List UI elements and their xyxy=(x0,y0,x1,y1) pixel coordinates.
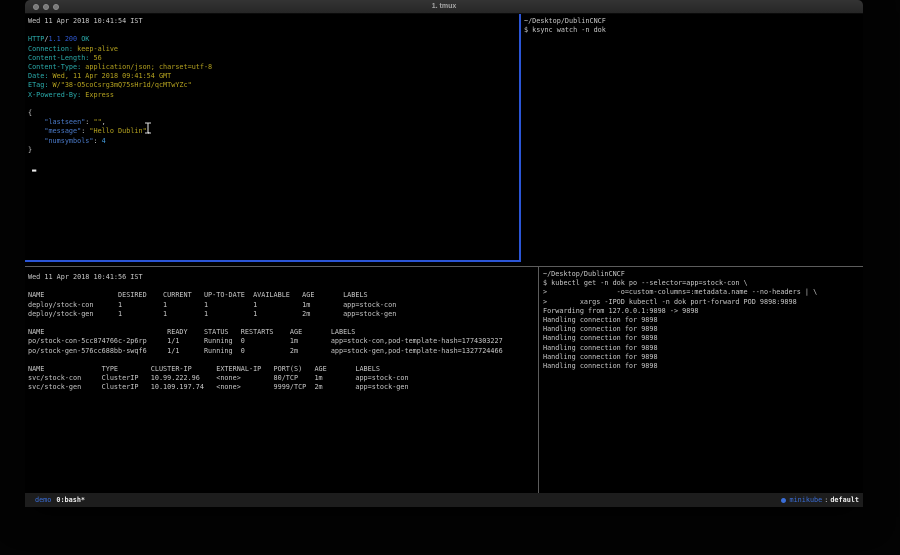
pane-kubectl-get[interactable]: Wed 11 Apr 2018 10:41:56 IST NAME DESIRE… xyxy=(25,267,538,493)
terminal-line: Handling connection for 9898 xyxy=(543,316,863,325)
terminal-line: { xyxy=(28,109,519,118)
terminal-line: ▂ xyxy=(28,164,519,173)
terminal-line: > xargs -IPOD kubectl -n dok port-forwar… xyxy=(543,298,863,307)
terminal-line: NAME READY STATUS RESTARTS AGE LABELS xyxy=(28,328,538,337)
terminal-line: "message": "Hello Dublin", xyxy=(28,127,519,136)
terminal-line: "numsymbols": 4 xyxy=(28,137,519,146)
kube-separator: : xyxy=(824,493,828,507)
window-title: 1. tmux xyxy=(25,3,863,10)
terminal-line: ~/Desktop/DublinCNCF xyxy=(543,270,863,279)
terminal-line: deploy/stock-gen 1 1 1 1 2m app=stock-ge… xyxy=(28,310,538,319)
kube-namespace: default xyxy=(830,493,859,507)
session-name: demo xyxy=(35,493,51,507)
terminal-line: $ ksync watch -n dok xyxy=(524,26,863,35)
pane-port-forward[interactable]: ~/Desktop/DublinCNCF$ kubectl get -n dok… xyxy=(539,267,863,493)
active-pane-border-horizontal[interactable] xyxy=(25,260,519,262)
text-cursor-pointer-icon xyxy=(144,122,152,134)
terminal-line: > -o=custom-columns=:metadata.name --no-… xyxy=(543,288,863,297)
terminal-line xyxy=(28,100,519,109)
terminal-line: } xyxy=(28,146,519,155)
terminal-line: deploy/stock-con 1 1 1 1 1m app=stock-co… xyxy=(28,301,538,310)
terminal-line xyxy=(28,26,519,35)
terminal-line: Forwarding from 127.0.0.1:9898 -> 9898 xyxy=(543,307,863,316)
terminal-line: Handling connection for 9898 xyxy=(543,362,863,371)
terminal-line: Connection: keep-alive xyxy=(28,45,519,54)
active-pane-border-vertical[interactable] xyxy=(519,14,521,262)
terminal-line: Handling connection for 9898 xyxy=(543,325,863,334)
terminal-line: svc/stock-con ClusterIP 10.99.222.96 <no… xyxy=(28,374,538,383)
terminal-line: Handling connection for 9898 xyxy=(543,344,863,353)
pane-http-response[interactable]: Wed 11 Apr 2018 10:41:54 IST HTTP/1.1 20… xyxy=(25,14,519,260)
kube-cluster: minikube xyxy=(790,493,823,507)
terminal-line: "lastseen": "", xyxy=(28,118,519,127)
terminal-line: svc/stock-gen ClusterIP 10.109.197.74 <n… xyxy=(28,383,538,392)
tmux-content: Wed 11 Apr 2018 10:41:54 IST HTTP/1.1 20… xyxy=(25,14,863,493)
terminal-line: Handling connection for 9898 xyxy=(543,334,863,343)
terminal-line: X-Powered-By: Express xyxy=(28,91,519,100)
pane-divider-horizontal[interactable] xyxy=(25,266,863,267)
terminal-line xyxy=(28,282,538,291)
terminal-line: NAME DESIRED CURRENT UP-TO-DATE AVAILABL… xyxy=(28,291,538,300)
tmux-status-bar: demo 0:bash* minikube : default xyxy=(25,493,863,507)
terminal-line: ~/Desktop/DublinCNCF xyxy=(524,17,863,26)
terminal-line: Date: Wed, 11 Apr 2018 09:41:54 GMT xyxy=(28,72,519,81)
terminal-line xyxy=(28,155,519,164)
terminal-line xyxy=(28,319,538,328)
terminal-line: Handling connection for 9898 xyxy=(543,353,863,362)
terminal-window: 1. tmux Wed 11 Apr 2018 10:41:54 IST HTT… xyxy=(25,0,863,507)
terminal-line xyxy=(28,356,538,365)
terminal-line: ETag: W/"38-O5coCsrg3mQ75sHr1d/qcMTwYZc" xyxy=(28,81,519,90)
terminal-line: NAME TYPE CLUSTER-IP EXTERNAL-IP PORT(S)… xyxy=(28,365,538,374)
terminal-line: po/stock-con-5cc874766c-2p6rp 1/1 Runnin… xyxy=(28,337,538,346)
status-right: minikube : default xyxy=(781,493,860,507)
pane-ksync-watch[interactable]: ~/Desktop/DublinCNCF$ ksync watch -n dok xyxy=(521,14,863,266)
pane-divider-vertical[interactable] xyxy=(538,267,539,493)
terminal-line: Content-Type: application/json; charset=… xyxy=(28,63,519,72)
title-bar[interactable]: 1. tmux xyxy=(25,0,863,14)
terminal-line: $ kubectl get -n dok po --selector=app=s… xyxy=(543,279,863,288)
kubernetes-icon xyxy=(781,498,786,503)
terminal-line: Content-Length: 56 xyxy=(28,54,519,63)
terminal-line: Wed 11 Apr 2018 10:41:56 IST xyxy=(28,273,538,282)
terminal-line: Wed 11 Apr 2018 10:41:54 IST xyxy=(28,17,519,26)
terminal-line: po/stock-gen-576cc688bb-swqf6 1/1 Runnin… xyxy=(28,347,538,356)
window-tab-bash[interactable]: 0:bash* xyxy=(56,493,85,507)
terminal-line: HTTP/1.1 200 OK xyxy=(28,35,519,44)
